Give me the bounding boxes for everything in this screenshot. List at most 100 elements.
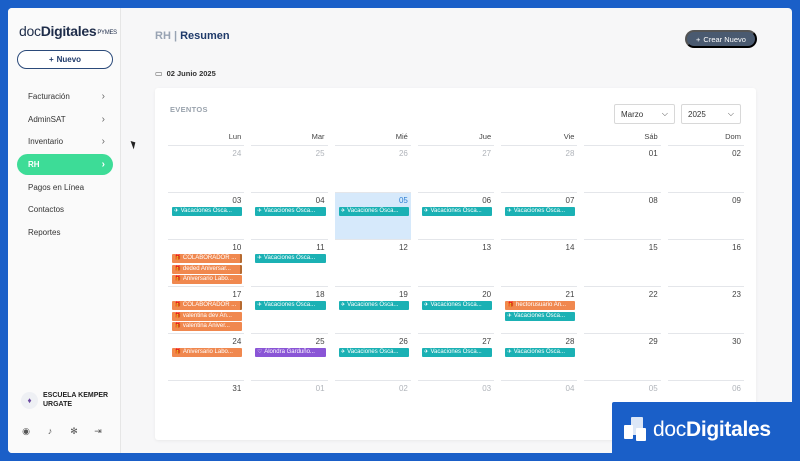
sidebar-item-5[interactable]: Contactos — [17, 199, 113, 220]
calendar-day-cell[interactable]: 24 — [168, 145, 245, 192]
calendar-event[interactable]: ♡ Alondra Garduño... — [255, 348, 326, 357]
calendar-day-cell[interactable]: 30 — [667, 333, 744, 380]
month-select[interactable]: Marzo ⌵ — [614, 104, 675, 124]
calendar-day-cell[interactable]: 26 — [334, 145, 411, 192]
calendar-day-cell[interactable]: 03 — [417, 380, 495, 427]
calendar-event[interactable]: 🎁 Aniversario Labo... — [172, 348, 243, 357]
calendar-event[interactable]: ✈ Vacaciones Osca... — [505, 207, 576, 216]
calendar-event[interactable]: 🎁 valentina Aniver... — [172, 322, 243, 331]
calendar-day-cell[interactable]: 18 ✈ Vacaciones Osca... — [251, 286, 328, 333]
day-number: 24 — [232, 149, 242, 158]
sidebar-item-4[interactable]: Pagos en Línea — [17, 177, 113, 198]
calendar-event[interactable]: ✈ Vacaciones Osca... — [421, 348, 493, 357]
calendar-day-cell[interactable]: 27 — [417, 145, 495, 192]
user-icon[interactable]: ◉ — [21, 426, 31, 437]
sidebar: docDigitalesPYMES + Nuevo Facturación › Adm… — [8, 8, 121, 453]
calendar-day-cell[interactable]: 19 ✈ Vacaciones Osca... — [334, 286, 411, 333]
calendar-event[interactable]: ✈ Vacaciones Osca... — [421, 301, 493, 310]
calendar-day-cell[interactable]: 27 ✈ Vacaciones Osca... — [417, 333, 495, 380]
calendar-day-cell[interactable]: 25 ♡ Alondra Garduño... — [251, 333, 328, 380]
logout-icon[interactable]: ⇥ — [93, 426, 103, 437]
sidebar-item-6[interactable]: Reportes — [17, 222, 113, 243]
organization-switcher[interactable]: ♦ ESCUELA KEMPER URGATE — [21, 391, 115, 409]
calendar-day-cell[interactable]: 14 — [501, 239, 578, 286]
calendar-day-cell[interactable]: 24 🎁 Aniversario Labo... — [168, 333, 245, 380]
day-number: 03 — [482, 384, 492, 393]
calendar-day-cell[interactable]: 21 🎁 hectorusuario An... ✈ Vacaciones Osca..… — [501, 286, 578, 333]
calendar-event[interactable]: 🎁 deded Aniversar... — [172, 264, 243, 274]
calendar-event[interactable]: 🎁 valentina dev An... — [172, 311, 243, 321]
calendar-day-cell[interactable]: 26 ✈ Vacaciones Osca... — [334, 333, 411, 380]
calendar-day-cell[interactable]: 28 ✈ Vacaciones Osca... — [501, 333, 578, 380]
calendar-event[interactable]: ✈ Vacaciones Osca... — [255, 301, 326, 310]
calendar-event[interactable]: ✈ Vacaciones Osca... — [421, 207, 493, 216]
calendar-day-cell[interactable]: 10 🎁 COLABORADOR ... 🎁 deded Aniversar... 🎁 An… — [168, 239, 245, 286]
calendar-day-cell[interactable]: 20 ✈ Vacaciones Osca... — [417, 286, 495, 333]
sidebar-item-2[interactable]: Inventario › — [17, 131, 113, 152]
calendar-day-cell[interactable]: 04 — [501, 380, 578, 427]
new-button[interactable]: + Nuevo — [17, 50, 113, 69]
weekday-label: Sáb — [644, 132, 658, 141]
calendar-day-cell[interactable]: 07 ✈ Vacaciones Osca... — [501, 192, 578, 239]
current-date: ▭ 02 Junio 2025 — [155, 69, 216, 78]
plane-icon: ✈ — [423, 302, 429, 308]
watermark-text: docDigitales — [653, 418, 771, 441]
day-number: 02 — [732, 149, 741, 158]
day-number: 28 — [565, 149, 575, 158]
create-new-button[interactable]: + Crear Nuevo — [685, 30, 757, 48]
calendar-event[interactable]: ✈ Vacaciones Osca... — [255, 207, 326, 216]
year-select[interactable]: 2025 ⌵ — [681, 104, 741, 124]
plane-icon: ✈ — [507, 312, 512, 319]
calendar-day-cell[interactable]: 15 — [584, 239, 661, 286]
calendar-day-cell[interactable]: 13 — [417, 239, 495, 286]
calendar-day-cell[interactable]: 03 ✈ Vacaciones Osca... — [168, 192, 245, 239]
sidebar-nav: Facturación › AdminSAT › Inventario › RH › Pagos… — [17, 86, 113, 245]
calendar-day-cell[interactable]: 06 ✈ Vacaciones Osca... — [417, 192, 495, 239]
calendar-day-cell[interactable]: 31 — [168, 380, 245, 427]
calendar-event[interactable]: ✈ Vacaciones Osca... — [505, 348, 576, 357]
weekday-label: Dom — [725, 132, 741, 141]
event-title: Vacaciones Osca... — [513, 208, 565, 214]
calendar-day-cell[interactable]: 28 — [501, 145, 578, 192]
calendar-event[interactable]: ✈ Vacaciones Osca... — [338, 348, 409, 357]
calendar-day-cell[interactable]: 16 — [667, 239, 744, 286]
event-title: Vacaciones Osca... — [347, 208, 399, 214]
gear-icon[interactable]: ✻ — [69, 426, 79, 437]
calendar-day-cell[interactable]: 25 — [251, 145, 328, 192]
calendar-event[interactable]: 🎁 COLABORADOR ... — [172, 301, 243, 310]
calendar-event[interactable]: ✈ Vacaciones Osca... — [338, 207, 409, 216]
calendar-event[interactable]: ✈ Vacaciones Osca... — [255, 254, 326, 263]
brand-logo[interactable]: docDigitalesPYMES — [19, 23, 117, 39]
calendar-day-cell[interactable]: 11 ✈ Vacaciones Osca... — [251, 239, 328, 286]
calendar-day-cell[interactable]: 17 🎁 COLABORADOR ... 🎁 valentina dev An... 🎁 v… — [168, 286, 245, 333]
calendar-day-cell[interactable]: 05 ✈ Vacaciones Osca... — [334, 192, 411, 239]
calendar-event[interactable]: ✈ Vacaciones Osca... — [338, 301, 409, 310]
event-title: Vacaciones Osca... — [180, 208, 232, 214]
calendar-event[interactable]: 🎁 Aniversario Labo... — [172, 275, 243, 284]
calendar-day-cell[interactable]: 08 — [584, 192, 661, 239]
plane-icon: ✈ — [257, 302, 262, 308]
calendar-day-cell[interactable]: 22 — [584, 286, 661, 333]
calendar-day-cell[interactable]: 12 — [334, 239, 411, 286]
watermark-logo: docDigitales — [612, 402, 798, 458]
sidebar-item-0[interactable]: Facturación › — [17, 86, 113, 107]
sidebar-item-1[interactable]: AdminSAT › — [17, 109, 113, 130]
calendar-event[interactable]: 🎁 COLABORADOR ... — [172, 254, 243, 263]
calendar-event[interactable]: 🎁 hectorusuario An... — [505, 301, 576, 310]
calendar-event[interactable]: ✈ Vacaciones Osca... — [172, 207, 243, 216]
calendar-day-cell[interactable]: 01 — [584, 145, 661, 192]
day-number: 01 — [315, 384, 325, 393]
calendar-event[interactable]: ✈ Vacaciones Osca... — [505, 311, 576, 321]
calendar-day-cell[interactable]: 23 — [667, 286, 744, 333]
calendar-day-cell[interactable]: 01 — [251, 380, 328, 427]
calendar-day-cell[interactable]: 29 — [584, 333, 661, 380]
bell-icon[interactable]: ♪ — [45, 426, 55, 437]
calendar-day-cell[interactable]: 02 — [334, 380, 411, 427]
calendar-day-cell[interactable]: 09 — [667, 192, 744, 239]
sidebar-item-3[interactable]: RH › — [17, 154, 113, 176]
calendar-day-cell[interactable]: 04 ✈ Vacaciones Osca... — [251, 192, 328, 239]
day-number: 26 — [398, 149, 408, 158]
calendar-day-cell[interactable]: 02 — [667, 145, 744, 192]
chevron-right-icon: › — [101, 113, 105, 125]
breadcrumb-section[interactable]: RH — [155, 30, 171, 42]
